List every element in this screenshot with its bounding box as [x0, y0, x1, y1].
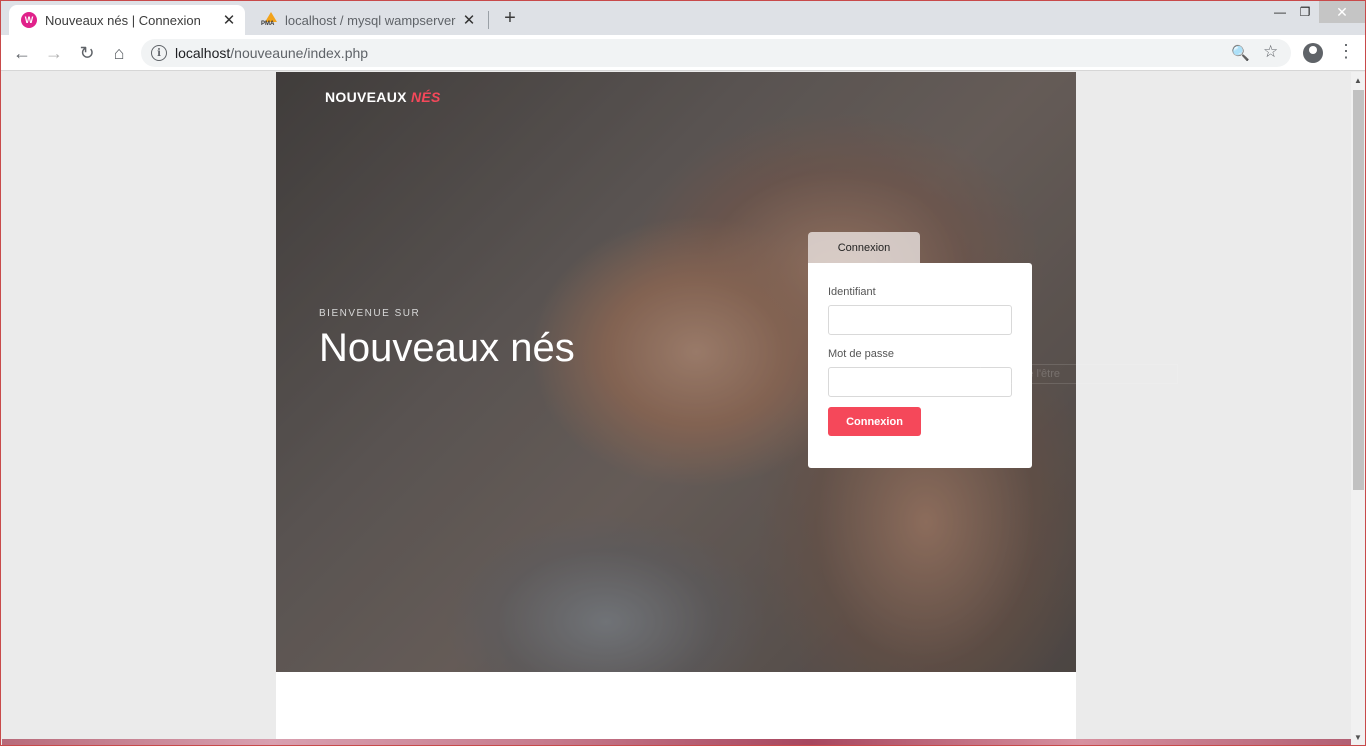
browser-window: W Nouveaux nés | Connexion ✕ PMA localho…: [0, 0, 1366, 746]
tab-bar: W Nouveaux nés | Connexion ✕ PMA localho…: [1, 1, 1365, 35]
wampserver-icon: W: [21, 12, 37, 28]
zoom-icon[interactable]: 🔍: [1231, 44, 1250, 62]
welcome-text: BIENVENUE SUR: [319, 308, 421, 319]
username-label: Identifiant: [828, 286, 876, 298]
tab-title: Nouveaux nés | Connexion: [45, 12, 201, 28]
scroll-thumb[interactable]: [1353, 90, 1364, 490]
close-tab-icon[interactable]: ✕: [459, 10, 479, 30]
back-icon[interactable]: ←: [10, 41, 34, 65]
profile-icon[interactable]: [1303, 43, 1323, 63]
browser-toolbar: ← → ↻ ⌂ i localhost/nouveaune/index.php …: [1, 35, 1365, 71]
close-tab-icon[interactable]: ✕: [219, 10, 239, 30]
info-icon[interactable]: i: [151, 45, 167, 61]
tab-title: localhost / mysql wampserver / n: [285, 12, 459, 28]
vertical-scrollbar[interactable]: ▲ ▼: [1351, 72, 1365, 745]
tab-separator: [488, 11, 489, 29]
bookmark-star-icon[interactable]: ☆: [1263, 42, 1278, 62]
tab-nouveaux-nes[interactable]: W Nouveaux nés | Connexion ✕: [9, 5, 245, 35]
close-window-button[interactable]: ✕: [1319, 1, 1365, 23]
restore-button[interactable]: ❐: [1290, 1, 1320, 23]
password-label: Mot de passe: [828, 348, 895, 360]
ghost-field: ... de l'être: [980, 364, 1178, 384]
url-text[interactable]: localhost/nouveaune/index.php: [175, 45, 368, 61]
login-button[interactable]: Connexion: [828, 407, 921, 436]
background-strip: [2, 739, 1351, 745]
username-field[interactable]: [828, 305, 1012, 335]
menu-icon[interactable]: ⋮: [1337, 41, 1355, 62]
phpmyadmin-icon: PMA: [261, 12, 277, 28]
page-title: Nouveaux nés: [319, 326, 575, 370]
hero-banner: NOUVEAUX NÉS BIENVENUE SUR Nouveaux nés …: [276, 72, 1076, 672]
tab-phpmyadmin[interactable]: PMA localhost / mysql wampserver / n ✕: [249, 5, 485, 35]
forward-icon[interactable]: →: [42, 41, 66, 65]
home-icon[interactable]: ⌂: [107, 41, 131, 65]
address-bar[interactable]: i localhost/nouveaune/index.php 🔍 ☆: [141, 39, 1291, 67]
page-viewport: NOUVEAUX NÉS BIENVENUE SUR Nouveaux nés …: [2, 72, 1351, 745]
tab-connexion[interactable]: Connexion: [808, 232, 920, 263]
reload-icon[interactable]: ↻: [75, 41, 99, 65]
content-section: [276, 672, 1076, 745]
scroll-down-icon[interactable]: ▼: [1354, 733, 1362, 742]
scroll-up-icon[interactable]: ▲: [1354, 76, 1362, 85]
site-logo[interactable]: NOUVEAUX NÉS: [325, 89, 441, 105]
new-tab-button[interactable]: +: [499, 7, 521, 29]
